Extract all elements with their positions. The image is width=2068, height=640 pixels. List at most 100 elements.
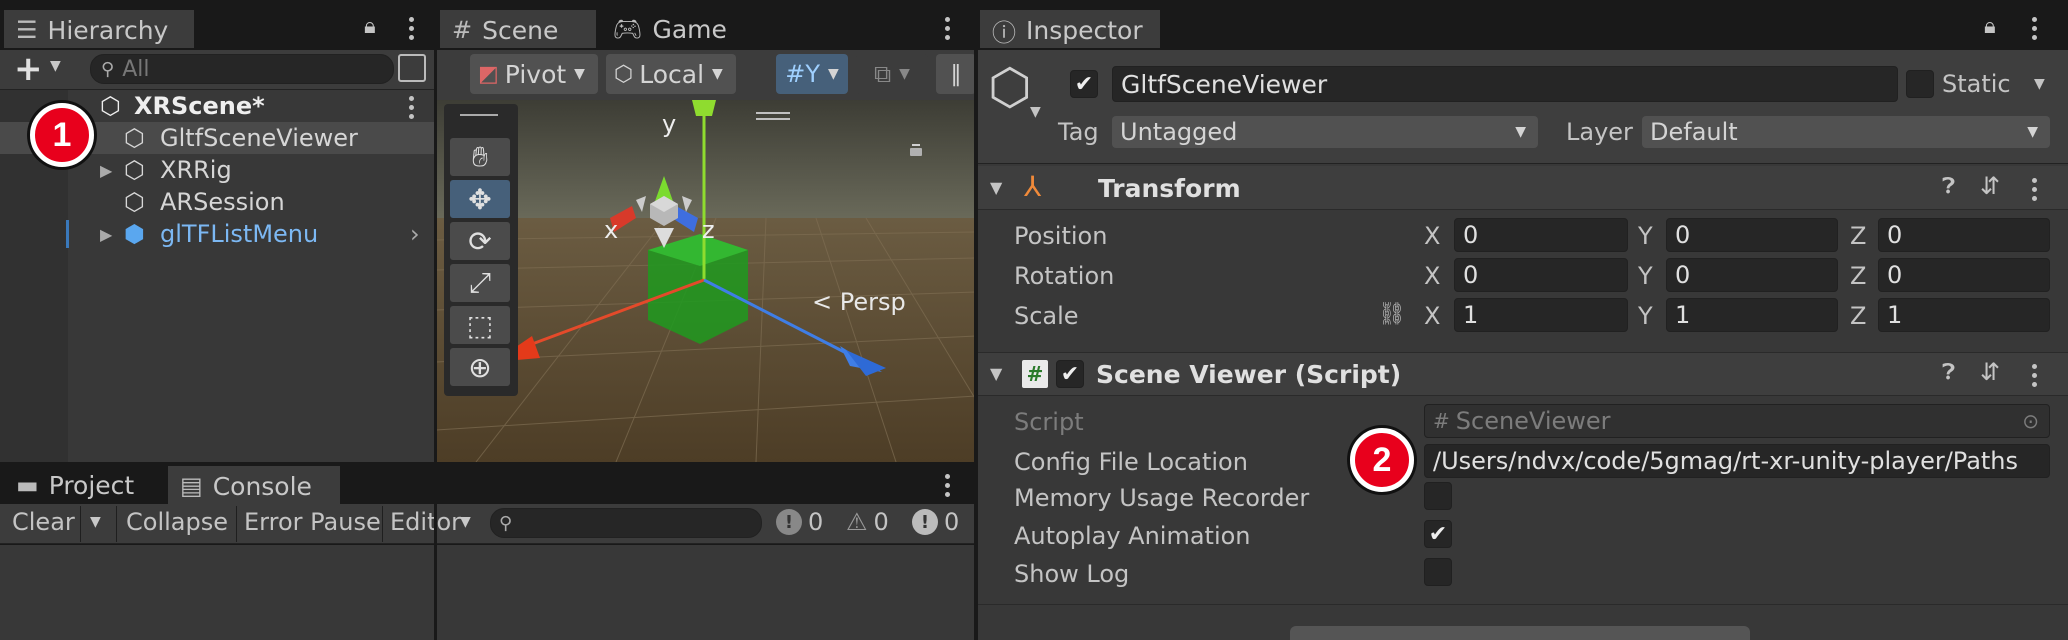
grid-snap-button[interactable]: #Y ▼ <box>776 54 848 94</box>
show-log-checkbox[interactable] <box>1424 558 1452 586</box>
log-count-toggle[interactable]: ! 0 <box>776 508 823 536</box>
collapse-arrow-icon[interactable]: ▼ <box>990 178 1002 197</box>
axis-x-label[interactable]: X <box>1424 302 1440 330</box>
scene-menu-icon[interactable] <box>407 96 415 119</box>
local-dropdown[interactable]: ⬡ Local ▼ <box>606 54 736 94</box>
axis-z-label[interactable]: Z <box>1850 262 1866 290</box>
axis-x-label[interactable]: X <box>1424 222 1440 250</box>
rotate-tool-button[interactable]: ⟳ <box>450 222 510 260</box>
add-button[interactable]: + <box>14 49 43 89</box>
rotation-z-field[interactable]: 0 <box>1878 258 2050 292</box>
script-menu-icon[interactable] <box>2030 364 2038 387</box>
transform-menu-icon[interactable] <box>2030 178 2038 201</box>
tab-hierarchy-label: Hierarchy <box>47 15 169 45</box>
axis-y-label[interactable]: Y <box>1638 302 1653 330</box>
gameobject-icon: ⬡ <box>124 156 145 184</box>
expand-arrow-icon[interactable]: ▶ <box>100 161 112 180</box>
chevron-down-icon[interactable]: ▼ <box>50 58 61 74</box>
console-menu-icon[interactable] <box>943 474 951 497</box>
console-log-area[interactable] <box>0 545 976 640</box>
tag-dropdown[interactable]: Untagged ▼ <box>1112 116 1538 148</box>
config-file-location-field[interactable]: /Users/ndvx/code/5gmag/rt-xr-unity-playe… <box>1424 444 2050 478</box>
position-y-field[interactable]: 0 <box>1666 218 1838 252</box>
position-x-field[interactable]: 0 <box>1454 218 1628 252</box>
tab-inspector[interactable]: ⓘ Inspector <box>980 10 1160 48</box>
scale-tool-button[interactable]: ⤢ <box>450 264 510 302</box>
tab-project[interactable]: ▬ Project <box>4 466 164 504</box>
presets-icon[interactable]: ⇵ <box>1980 172 2000 200</box>
panel-splitter[interactable] <box>974 0 978 640</box>
clear-options-chevron-icon[interactable]: ▼ <box>90 514 101 530</box>
hierarchy-item-gltflistmenu[interactable]: ▶ ⬢ glTFListMenu › <box>0 218 436 250</box>
grid-snap-icon: #Y <box>785 60 820 88</box>
chevron-right-icon[interactable]: › <box>410 220 420 248</box>
memory-usage-recorder-label: Memory Usage Recorder <box>1014 484 1310 512</box>
position-x-value: 0 <box>1463 221 1479 249</box>
static-checkbox[interactable] <box>1906 70 1934 98</box>
chevron-down-icon[interactable]: ▼ <box>2034 76 2045 92</box>
chevron-down-icon[interactable]: ▼ <box>460 514 471 530</box>
grid-icon: # <box>452 16 473 44</box>
tab-console[interactable]: ▤ Console <box>168 466 340 504</box>
panel-splitter[interactable] <box>434 0 437 640</box>
presets-icon[interactable]: ⇵ <box>1980 358 2000 386</box>
collapse-button[interactable]: Collapse <box>126 508 228 536</box>
move-tool-button[interactable]: ✥ <box>450 180 510 218</box>
ruler-button[interactable]: ‖ <box>936 54 976 94</box>
memory-usage-recorder-checkbox[interactable] <box>1424 482 1452 510</box>
hierarchy-menu-icon[interactable] <box>407 17 415 40</box>
rotation-x-field[interactable]: 0 <box>1454 258 1628 292</box>
gameobject-icon[interactable]: ⬡ <box>988 62 1032 112</box>
expand-search-icon[interactable] <box>398 54 426 82</box>
expand-arrow-icon[interactable]: ▶ <box>100 225 112 244</box>
axis-z-label[interactable]: Z <box>1850 302 1866 330</box>
scene-menu-icon[interactable] <box>943 17 951 40</box>
warning-count-toggle[interactable]: ⚠ 0 <box>846 508 889 536</box>
position-z-field[interactable]: 0 <box>1878 218 2050 252</box>
inspector-menu-icon[interactable] <box>2030 17 2038 40</box>
tab-hierarchy[interactable]: ☰ Hierarchy <box>4 10 194 48</box>
active-checkbox[interactable]: ✔ <box>1070 70 1098 98</box>
tab-inspector-label: Inspector <box>1026 15 1143 45</box>
tab-game-label: Game <box>652 14 727 44</box>
chevron-down-icon[interactable]: ▼ <box>1030 104 1041 120</box>
axis-y-label[interactable]: Y <box>1638 262 1653 290</box>
error-count-toggle[interactable]: ! 0 <box>912 508 959 536</box>
persp-label[interactable]: < Persp <box>812 288 906 316</box>
folder-icon: ▬ <box>16 471 39 499</box>
axis-x-label[interactable]: X <box>1424 262 1440 290</box>
add-component-button[interactable] <box>1290 626 1750 640</box>
position-label: Position <box>1014 222 1108 250</box>
lock-icon[interactable]: 🔒︎ <box>1984 14 1996 39</box>
palette-grip[interactable] <box>460 114 498 116</box>
constrain-proportions-icon[interactable]: ⛓︎ <box>1378 302 1406 327</box>
tab-game[interactable]: 🎮︎ Game <box>600 10 750 48</box>
increment-snap-button[interactable]: ⧉ ▼ <box>856 54 928 94</box>
autoplay-animation-checkbox[interactable]: ✔ <box>1424 520 1452 548</box>
hand-tool-button[interactable]: ✋︎ <box>450 138 510 176</box>
transform-tool-button[interactable]: ⊕ <box>450 348 510 386</box>
collapse-arrow-icon[interactable]: ▼ <box>990 364 1002 383</box>
clear-button[interactable]: Clear <box>12 508 75 536</box>
console-search-input[interactable]: ⚲ <box>490 508 762 538</box>
lock-icon[interactable]: 🔒︎ <box>364 14 376 39</box>
script-component-title: Scene Viewer (Script) <box>1096 360 1402 389</box>
error-pause-button[interactable]: Error Pause <box>244 508 381 536</box>
scale-y-field[interactable]: 1 <box>1666 298 1838 332</box>
axis-z-label[interactable]: Z <box>1850 222 1866 250</box>
object-name-field[interactable]: GltfSceneViewer <box>1112 66 1898 102</box>
hierarchy-search-input[interactable]: ⚲ All <box>90 54 394 84</box>
scale-x-field[interactable]: 1 <box>1454 298 1628 332</box>
tab-scene[interactable]: # Scene <box>440 10 596 48</box>
editor-dropdown[interactable]: Editor <box>390 508 461 536</box>
help-icon[interactable]: ❓︎ <box>1942 360 1955 385</box>
script-enabled-checkbox[interactable]: ✔ <box>1056 360 1084 388</box>
layer-dropdown[interactable]: Default ▼ <box>1642 116 2050 148</box>
hierarchy-item-arsession[interactable]: ⬡ ARSession <box>0 186 436 218</box>
help-icon[interactable]: ❓︎ <box>1942 174 1955 199</box>
rect-tool-button[interactable]: ⬚ <box>450 306 510 344</box>
rotation-y-field[interactable]: 0 <box>1666 258 1838 292</box>
pivot-dropdown[interactable]: ◩ Pivot ▼ <box>470 54 598 94</box>
axis-y-label[interactable]: Y <box>1638 222 1653 250</box>
scale-z-field[interactable]: 1 <box>1878 298 2050 332</box>
